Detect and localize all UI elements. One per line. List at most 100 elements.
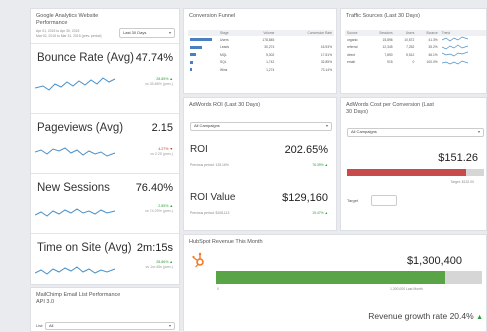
mailchimp-subtitle: API 3.0: [36, 299, 55, 305]
funnel-bar: [190, 60, 193, 64]
mailchimp-panel: MailChimp Email List Performance API 3.0…: [30, 287, 180, 332]
roi-value-label: ROI Value: [190, 192, 236, 203]
cost-progress-track: [347, 169, 484, 176]
campaign-select[interactable]: All Campaigns ▾: [190, 122, 332, 131]
metric-compare: vs 74.29% (prev.): [145, 209, 173, 213]
analytics-compare-range: Mar 02, 2015 to Mar 31, 2015 (prev. peri…: [36, 34, 102, 38]
roi-value-delta: 19.47% ▲: [312, 211, 328, 215]
funnel-rate: 73.14%: [320, 67, 332, 72]
funnel-panel: Conversion Funnel Stage Volume Conversio…: [183, 8, 337, 94]
funnel-stage: MQL: [220, 52, 228, 57]
traffic-users: 0: [412, 60, 415, 65]
campaign-select-label: All Campaigns: [194, 123, 220, 128]
traffic-source: organic: [347, 37, 358, 42]
traffic-bounce: 35.2%: [428, 45, 438, 50]
target-label: Target: [347, 198, 359, 203]
funnel-title: Conversion Funnel: [189, 13, 236, 19]
funnel-volume: 30,274: [264, 45, 275, 50]
hubspot-panel: HubSpot Revenue This Month $1,300,400 0 …: [183, 234, 487, 332]
roi-label: ROI: [190, 144, 208, 155]
funnel-bar: [190, 45, 202, 49]
adwords-roi-title: AdWords ROI (Last 30 Days): [189, 102, 261, 108]
funnel-volume: 5,302: [266, 52, 275, 57]
trend-sparkline: [441, 44, 468, 50]
traffic-panel: Traffic Sources (Last 30 Days) Source Se…: [340, 8, 487, 94]
metric-bounce-rate: Bounce Rate (Avg) 47.74% 28.85% ▲ vs 35.…: [31, 43, 179, 101]
roi-delta: 76.39% ▲: [312, 163, 328, 167]
funnel-bar: [190, 68, 192, 72]
metric-compare: vs 1m:45s (prev.): [145, 265, 174, 269]
sparkline-chart: [35, 77, 116, 91]
traffic-source: referral: [347, 45, 358, 50]
funnel-table: Stage Volume Conversion Rate Users 178,8…: [188, 30, 334, 74]
arrow-up-icon: ▲: [476, 314, 483, 321]
chevron-down-icon: ▾: [477, 129, 480, 134]
target-input[interactable]: [371, 195, 397, 206]
metric-time-on-site: Time on Site (Avg) 2m:15s 28.86% ▲ vs 1m…: [31, 233, 179, 284]
list-label: List:: [36, 323, 44, 328]
traffic-users: 10,572: [404, 37, 415, 42]
roi-value: 202.65%: [284, 144, 328, 156]
growth-value: 20.4%: [449, 311, 474, 321]
roi-value-amount: $129,160: [282, 192, 328, 204]
traffic-sessions: 15,896: [382, 37, 393, 42]
revenue-progress-fill: [216, 271, 445, 284]
metric-value: 47.74%: [135, 52, 173, 64]
analytics-title: Google Analytics Website Performance: [36, 13, 99, 26]
metric-label: New Sessions: [37, 182, 110, 194]
traffic-users: 7,252: [406, 45, 415, 50]
funnel-stage: SQL: [220, 60, 227, 65]
hubspot-title: HubSpot Revenue This Month: [189, 239, 263, 245]
traffic-bounce: 100.0%: [426, 60, 438, 65]
period-select[interactable]: Last 30 Days ▾: [119, 28, 175, 38]
traffic-bounce: 46.1%: [428, 52, 438, 57]
growth-label: Revenue growth rate: [368, 311, 448, 321]
traffic-title: Traffic Sources (Last 30 Days): [346, 13, 420, 19]
metric-delta: 2.85% ▲: [158, 204, 173, 208]
traffic-table: Source Sessions Users Bounce Trend organ…: [345, 30, 486, 66]
hubspot-logo-icon: [192, 252, 204, 268]
chevron-down-icon: ▾: [325, 123, 328, 128]
list-select[interactable]: All ▾: [45, 322, 175, 330]
traffic-source: email: [347, 60, 355, 65]
metric-new-sessions: New Sessions 76.40% 2.85% ▲ vs 74.29% (p…: [31, 173, 179, 231]
revenue-axis-mid: 1,300,000 Last Month: [390, 287, 423, 291]
traffic-sessions: 7,890: [384, 52, 393, 57]
cost-campaign-select[interactable]: All Campaigns ▾: [347, 128, 484, 137]
metric-label: Pageviews (Avg): [37, 122, 124, 134]
metric-compare: vs 2.25 (prev.): [150, 152, 173, 156]
chevron-down-icon: ▾: [168, 30, 171, 35]
adwords-cost-panel: AdWords Cost per Conversion (Last 30 Day…: [340, 97, 487, 231]
metric-value: 2m:15s: [136, 242, 173, 254]
adwords-roi-panel: AdWords ROI (Last 30 Days) All Campaigns…: [183, 97, 337, 231]
sparkline-chart: [35, 208, 116, 217]
mailchimp-title: MailChimp Email List Performance: [36, 292, 121, 298]
funnel-stage: Wins: [220, 67, 228, 72]
analytics-date-range: Apr 01, 2015 to Apr 30, 2015: [36, 29, 80, 33]
table-row: referral 12,345 7,252 35.2%: [345, 44, 486, 52]
funnel-stage: Users: [220, 37, 229, 42]
funnel-volume: 1,274: [266, 67, 275, 72]
analytics-panel: Google Analytics Website Performance Apr…: [30, 8, 180, 285]
period-select-label: Last 30 Days: [123, 30, 147, 35]
traffic-source: direct: [347, 52, 356, 57]
traffic-sessions: 915: [387, 60, 393, 65]
metric-delta: 28.85% ▲: [156, 77, 173, 81]
table-row: Wins 1,274 73.14%: [188, 66, 334, 74]
funnel-bar: [190, 53, 196, 57]
funnel-rate: 17.51%: [320, 52, 332, 57]
list-select-label: All: [49, 323, 54, 328]
cost-target-caption: Target: $132.00: [450, 180, 474, 184]
traffic-sessions: 12,345: [382, 45, 393, 50]
funnel-rate: [276, 36, 334, 44]
table-row: MQL 5,302 17.51%: [188, 51, 334, 59]
metric-delta: 28.86% ▲: [156, 260, 173, 264]
metric-pageviews: Pageviews (Avg) 2.15 4.27% ▼ vs 2.25 (pr…: [31, 113, 179, 171]
roi-previous: Previous period: 125.16%: [190, 163, 229, 167]
traffic-bounce: 41.3%: [428, 37, 438, 42]
table-row: organic 15,896 10,572 41.3%: [345, 36, 486, 44]
revenue-growth: Revenue growth rate 20.4% ▲: [368, 311, 483, 321]
metric-label: Time on Site (Avg): [37, 242, 132, 254]
trend-sparkline: [441, 36, 468, 42]
table-row: Users 178,845: [188, 36, 334, 44]
